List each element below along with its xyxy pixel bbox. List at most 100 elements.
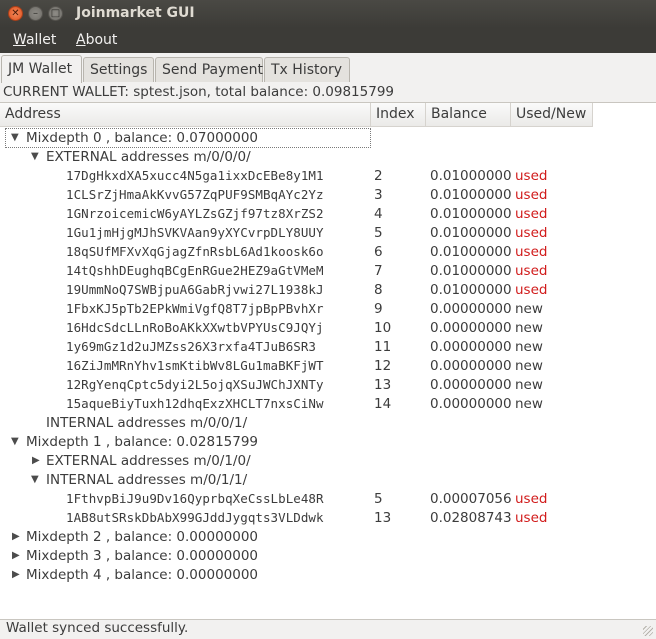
balance-cell: 0.01000000: [430, 206, 512, 222]
address-cell: 12RgYenqCptc5dyi2L5ojqXSuJWChJXNTy: [66, 377, 324, 392]
address-row[interactable]: 12RgYenqCptc5dyi2L5ojqXSuJWChJXNTy 13 0.00…: [0, 376, 656, 395]
balance-cell: 0.01000000: [430, 168, 512, 184]
status-cell: used: [515, 206, 548, 222]
balance-cell: 0.00000000: [430, 339, 512, 355]
tree-row-internal-addresses[interactable]: ▼ INTERNAL addresses m/0/1/1/: [0, 471, 656, 490]
address-cell: 16ZiJmMRnYhv1smKtibWv8LGu1maBKFjWT: [66, 358, 324, 373]
column-header-used-new[interactable]: Used/New: [511, 103, 593, 127]
column-header-index[interactable]: Index: [371, 103, 426, 127]
address-cell: 16HdcSdcLLnRoBoAKkXXwtbVPYUsC9JQYj: [66, 320, 324, 335]
column-header-address[interactable]: Address: [0, 103, 371, 127]
menu-wallet[interactable]: Wallet: [13, 32, 56, 48]
address-cell: 17DgHkxdXA5xucc4N5ga1ixxDcEBe8y1M1: [66, 168, 324, 183]
branch-label: INTERNAL addresses m/0/1/1/: [46, 472, 248, 488]
address-cell: 14tQshhDEughqBCgEnRGue2HEZ9aGtVMeM: [66, 263, 324, 278]
index-cell: 5: [374, 491, 383, 507]
collapsed-arrow-icon[interactable]: ▶: [32, 455, 40, 466]
column-header-balance[interactable]: Balance: [426, 103, 511, 127]
address-cell: 1FbxKJ5pTb2EPkWmiVgfQ8T7jpBpPBvhXr: [66, 301, 324, 316]
mixdepth-label: Mixdepth 3 , balance: 0.00000000: [26, 548, 259, 564]
address-row[interactable]: 16HdcSdcLLnRoBoAKkXXwtbVPYUsC9JQYj 10 0.00…: [0, 319, 656, 338]
mixdepth-label: Mixdepth 0 , balance: 0.07000000: [26, 130, 259, 146]
address-row[interactable]: 1GNrzoicemicW6yAYLZsGZjf97tz8XrZS2 4 0.010…: [0, 205, 656, 224]
tree-row-mixdepth-0[interactable]: ▼ Mixdepth 0 , balance: 0.07000000: [0, 129, 656, 148]
collapsed-arrow-icon[interactable]: ▶: [12, 569, 20, 580]
status-cell: new: [515, 339, 543, 355]
address-row[interactable]: 19UmmNoQ7SWBjpuA6GabRjvwi27L1938kJ 8 0.010…: [0, 281, 656, 300]
menu-about[interactable]: About: [76, 32, 117, 48]
address-row[interactable]: 17DgHkxdXA5xucc4N5ga1ixxDcEBe8y1M1 2 0.010…: [0, 167, 656, 186]
address-row[interactable]: 15aqueBiyTuxh12dhqExzXHCLT7nxsCiNw 14 0.00…: [0, 395, 656, 414]
maximize-window-button[interactable]: □: [48, 6, 63, 21]
balance-cell: 0.00000000: [430, 301, 512, 317]
address-row[interactable]: 16ZiJmMRnYhv1smKtibWv8LGu1maBKFjWT 12 0.00…: [0, 357, 656, 376]
index-cell: 13: [374, 377, 392, 393]
current-wallet-label: CURRENT WALLET: sptest.json, total balan…: [3, 84, 394, 100]
status-cell: new: [515, 358, 543, 374]
balance-cell: 0.02808743: [430, 510, 512, 526]
status-cell: new: [515, 301, 543, 317]
tree-row-mixdepth-4[interactable]: ▶ Mixdepth 4 , balance: 0.00000000: [0, 566, 656, 585]
balance-cell: 0.01000000: [430, 225, 512, 241]
address-row[interactable]: 1Gu1jmHjgMJhSVKVAan9yXYCvrpDLY8UUY 5 0.010…: [0, 224, 656, 243]
address-row[interactable]: 14tQshhDEughqBCgEnRGue2HEZ9aGtVMeM 7 0.010…: [0, 262, 656, 281]
status-cell: new: [515, 377, 543, 393]
menu-bar: Wallet About: [0, 28, 656, 53]
address-cell: 18qSUfMFXvXqGjagZfnRsbL6Ad1koosk6o: [66, 244, 324, 259]
address-cell: 1CLSrZjHmaAkKvvG57ZqPUF9SMBqAYc2Yz: [66, 187, 324, 202]
address-row[interactable]: 1y69mGz1d2uJMZss26X3rxfa4TJuB6SR3 11 0.000…: [0, 338, 656, 357]
index-cell: 14: [374, 396, 392, 412]
tree-row-external-addresses[interactable]: ▶ EXTERNAL addresses m/0/1/0/: [0, 452, 656, 471]
maximize-icon: □: [50, 7, 61, 19]
expanded-arrow-icon[interactable]: ▼: [11, 132, 19, 143]
minimize-window-button[interactable]: –: [28, 6, 43, 21]
address-row[interactable]: 1CLSrZjHmaAkKvvG57ZqPUF9SMBqAYc2Yz 3 0.010…: [0, 186, 656, 205]
tree-row-mixdepth-3[interactable]: ▶ Mixdepth 3 , balance: 0.00000000: [0, 547, 656, 566]
tab-send-payment[interactable]: Send Payment: [155, 57, 263, 82]
branch-label: EXTERNAL addresses m/0/1/0/: [46, 453, 251, 469]
tab-jm-wallet[interactable]: JM Wallet: [1, 55, 82, 83]
tab-tx-history[interactable]: Tx History: [264, 57, 350, 82]
tab-settings[interactable]: Settings: [83, 57, 154, 82]
collapsed-arrow-icon[interactable]: ▶: [12, 550, 20, 561]
index-cell: 12: [374, 358, 392, 374]
menu-about-mnemonic: A: [76, 32, 86, 48]
index-cell: 3: [374, 187, 383, 203]
status-cell: new: [515, 396, 543, 412]
status-cell: used: [515, 168, 548, 184]
address-cell: 15aqueBiyTuxh12dhqExzXHCLT7nxsCiNw: [66, 396, 324, 411]
status-cell: used: [515, 263, 548, 279]
tree-row-mixdepth-1[interactable]: ▼ Mixdepth 1 , balance: 0.02815799: [0, 433, 656, 452]
status-cell: used: [515, 187, 548, 203]
address-row[interactable]: 1AB8utSRskDbAbX99GJddJygqts3VLDdwk 13 0.02…: [0, 509, 656, 528]
balance-cell: 0.00007056: [430, 491, 512, 507]
close-window-button[interactable]: ✕: [8, 6, 23, 21]
resize-grip-icon[interactable]: [643, 626, 653, 636]
index-cell: 6: [374, 244, 383, 260]
status-cell: used: [515, 244, 548, 260]
mixdepth-label: Mixdepth 1 , balance: 0.02815799: [26, 434, 259, 450]
wallet-tree-view[interactable]: Address Index Balance Used/New ▼ Mixdept…: [0, 102, 656, 620]
index-cell: 11: [374, 339, 392, 355]
balance-cell: 0.01000000: [430, 263, 512, 279]
index-cell: 8: [374, 282, 383, 298]
expanded-arrow-icon[interactable]: ▼: [11, 436, 19, 447]
address-cell: 1Gu1jmHjgMJhSVKVAan9yXYCvrpDLY8UUY: [66, 225, 324, 240]
mixdepth-label: Mixdepth 4 , balance: 0.00000000: [26, 567, 259, 583]
menu-about-label: bout: [85, 32, 118, 48]
expanded-arrow-icon[interactable]: ▼: [31, 151, 39, 162]
tree-row-external-addresses[interactable]: ▼ EXTERNAL addresses m/0/0/0/: [0, 148, 656, 167]
window-title: Joinmarket GUI: [76, 5, 195, 21]
status-cell: used: [515, 491, 548, 507]
tree-row-mixdepth-2[interactable]: ▶ Mixdepth 2 , balance: 0.00000000: [0, 528, 656, 547]
address-row[interactable]: 18qSUfMFXvXqGjagZfnRsbL6Ad1koosk6o 6 0.010…: [0, 243, 656, 262]
menu-wallet-mnemonic: W: [13, 32, 26, 48]
status-cell: used: [515, 282, 548, 298]
tree-row-internal-addresses[interactable]: INTERNAL addresses m/0/0/1/: [0, 414, 656, 433]
expanded-arrow-icon[interactable]: ▼: [31, 474, 39, 485]
address-cell: 1AB8utSRskDbAbX99GJddJygqts3VLDdwk: [66, 510, 324, 525]
collapsed-arrow-icon[interactable]: ▶: [12, 531, 20, 542]
branch-label: INTERNAL addresses m/0/0/1/: [46, 415, 248, 431]
address-row[interactable]: 1FbxKJ5pTb2EPkWmiVgfQ8T7jpBpPBvhXr 9 0.000…: [0, 300, 656, 319]
address-row[interactable]: 1FthvpBiJ9u9Dv16QyprbqXeCssLbLe48R 5 0.000…: [0, 490, 656, 509]
